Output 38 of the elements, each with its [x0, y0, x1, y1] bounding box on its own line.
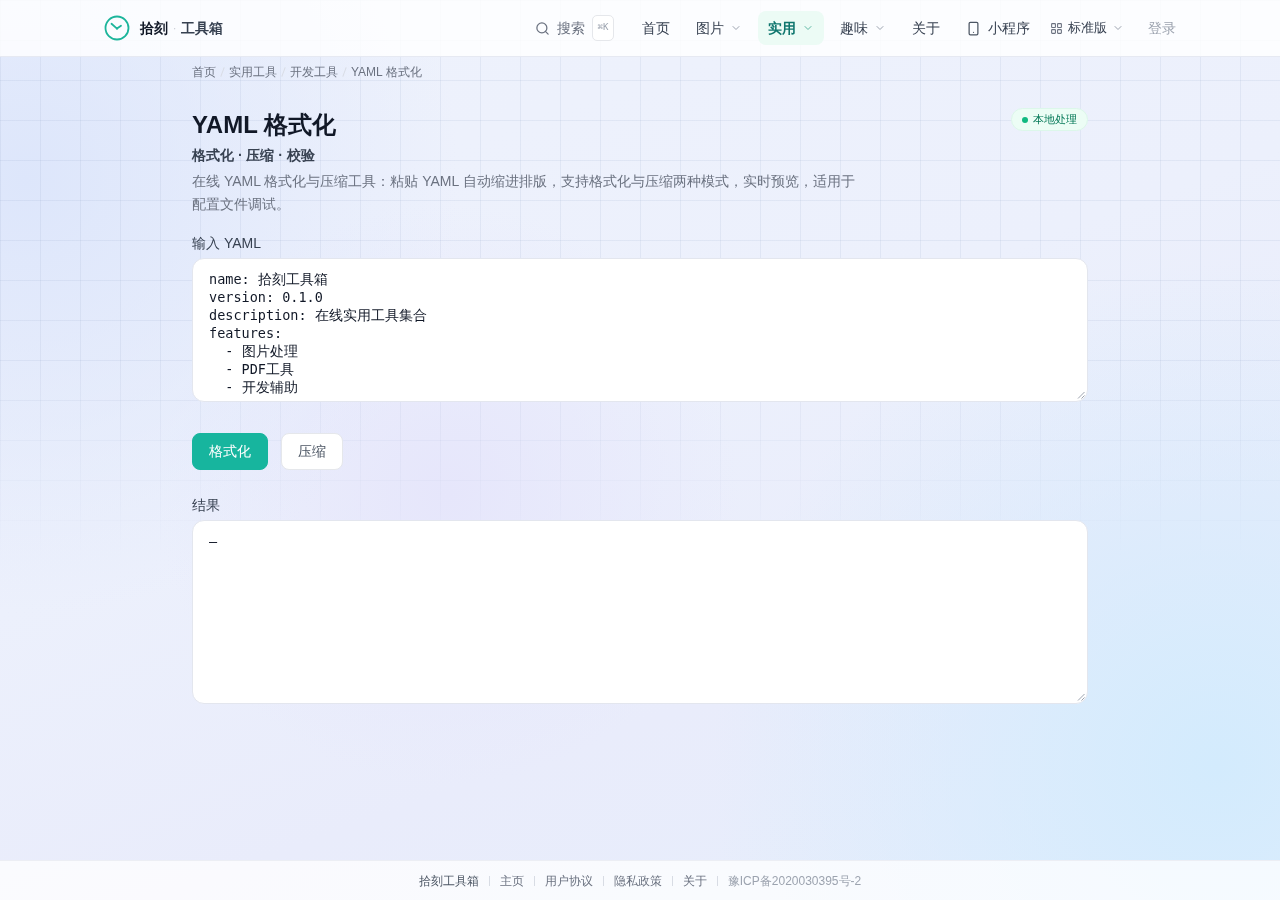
breadcrumb-current: YAML 格式化: [351, 64, 422, 80]
result-label: 结果: [192, 496, 221, 515]
mode-toggle[interactable]: 压缩: [281, 433, 343, 470]
smartphone-icon: [966, 20, 981, 36]
nav-item[interactable]: 关于: [902, 11, 950, 45]
edition-menu-button[interactable]: 标准版: [1046, 11, 1128, 45]
status-dot-icon: [1022, 116, 1028, 123]
breadcrumb-link[interactable]: 开发工具: [290, 64, 338, 80]
tool-description: 在线 YAML 格式化与压缩工具：粘贴 YAML 自动缩进排版，支持格式化与压缩两种模式，实时预览，适用于配置文件调试。: [192, 172, 856, 214]
result-output-field[interactable]: —: [192, 520, 1088, 704]
footer-link[interactable]: 关于: [682, 871, 707, 890]
shortcut-key: ⌘K: [592, 15, 614, 41]
site-logo-link[interactable]: 拾刻 · 工具箱: [104, 15, 224, 41]
logo-name: 拾刻: [140, 18, 168, 38]
clock-logo-icon: [104, 15, 130, 41]
nav-item[interactable]: 图片: [686, 11, 752, 45]
nav-item[interactable]: 趣味: [830, 11, 896, 45]
page-title: YAML 格式化: [192, 110, 338, 140]
breadcrumb-link[interactable]: 实用工具: [229, 64, 277, 80]
footer-link[interactable]: 主页: [499, 871, 524, 890]
page-subtitle: 格式化 · 压缩 · 校验: [192, 146, 316, 165]
logo-subtitle: 工具箱: [181, 18, 224, 38]
footer-link[interactable]: 隐私政策: [613, 871, 662, 890]
yaml-input-field[interactable]: name: 拾刻工具箱 version: 0.1.0 description: 在线实用工具集合 features: - 图片处理 - PDF工具 - 开发辅助: [192, 258, 1088, 402]
logo-separator: ·: [173, 21, 177, 36]
breadcrumb-link[interactable]: 首页: [192, 64, 216, 80]
mini-program-link[interactable]: 小程序: [956, 11, 1040, 45]
nav-item[interactable]: 首页: [632, 11, 680, 45]
resize-grip-icon[interactable]: [1077, 693, 1085, 701]
search-icon: [535, 20, 550, 36]
input-label: 输入 YAML: [192, 234, 262, 253]
nav-item[interactable]: 实用: [758, 11, 824, 45]
footer-brand-link[interactable]: 拾刻工具箱: [418, 871, 479, 890]
grid-icon: [1050, 21, 1063, 35]
local-processing-badge: 本地处理: [1011, 108, 1088, 131]
footer-link[interactable]: 用户协议: [544, 871, 593, 890]
search-button[interactable]: 搜索 ⌘K: [525, 11, 624, 45]
resize-grip-icon[interactable]: [1077, 391, 1085, 399]
